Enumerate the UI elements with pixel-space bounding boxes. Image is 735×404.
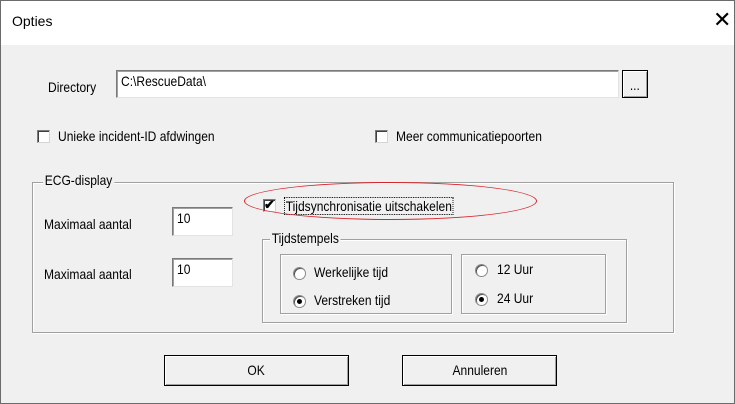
ecg-display-group-label: ECG-display xyxy=(43,172,115,188)
dialog-body: Directory C:\RescueData\ ... Unieke inci… xyxy=(1,45,734,403)
directory-input[interactable]: C:\RescueData\ xyxy=(116,70,619,98)
cancel-button[interactable]: Annuleren xyxy=(402,355,557,386)
browse-button[interactable]: ... xyxy=(622,70,648,98)
unique-incident-label: Unieke incident-ID afdwingen xyxy=(58,128,215,144)
max-count-value-2: 10 xyxy=(177,261,191,277)
24-hour-radio[interactable] xyxy=(475,293,488,306)
real-time-label: Werkelijke tijd xyxy=(314,264,389,280)
title-bar: Opties ✕ xyxy=(1,1,734,45)
more-ports-label: Meer communicatiepoorten xyxy=(396,128,542,144)
close-icon[interactable]: ✕ xyxy=(713,8,731,32)
cancel-label: Annuleren xyxy=(452,362,507,378)
max-count-label-1: Maximaal aantal xyxy=(44,216,132,232)
max-count-label-2: Maximaal aantal xyxy=(44,266,132,282)
12-hour-label: 12 Uur xyxy=(497,261,534,277)
radio-selected-dot xyxy=(479,297,484,302)
radio-selected-dot xyxy=(297,299,302,304)
real-time-radio[interactable] xyxy=(293,267,306,280)
max-count-input-1[interactable]: 10 xyxy=(172,207,233,236)
options-dialog: Opties ✕ Directory C:\RescueData\ ... Un… xyxy=(0,0,735,404)
unique-incident-checkbox[interactable] xyxy=(37,130,50,143)
ok-label: OK xyxy=(247,362,266,378)
elapsed-time-label: Verstreken tijd xyxy=(314,292,391,308)
max-count-input-2[interactable]: 10 xyxy=(172,258,233,287)
directory-value: C:\RescueData\ xyxy=(121,73,206,89)
browse-label: ... xyxy=(629,77,641,93)
24-hour-label: 24 Uur xyxy=(497,290,534,306)
highlight-oval xyxy=(244,182,537,220)
directory-label: Directory xyxy=(48,79,97,95)
more-ports-checkbox[interactable] xyxy=(375,130,388,143)
timestamps-group-label: Tijdstempels xyxy=(270,230,341,246)
max-count-value-1: 10 xyxy=(177,210,191,226)
12-hour-radio[interactable] xyxy=(475,264,488,277)
ok-button[interactable]: OK xyxy=(164,355,349,386)
elapsed-time-radio[interactable] xyxy=(293,295,306,308)
dialog-title: Opties xyxy=(12,13,53,29)
